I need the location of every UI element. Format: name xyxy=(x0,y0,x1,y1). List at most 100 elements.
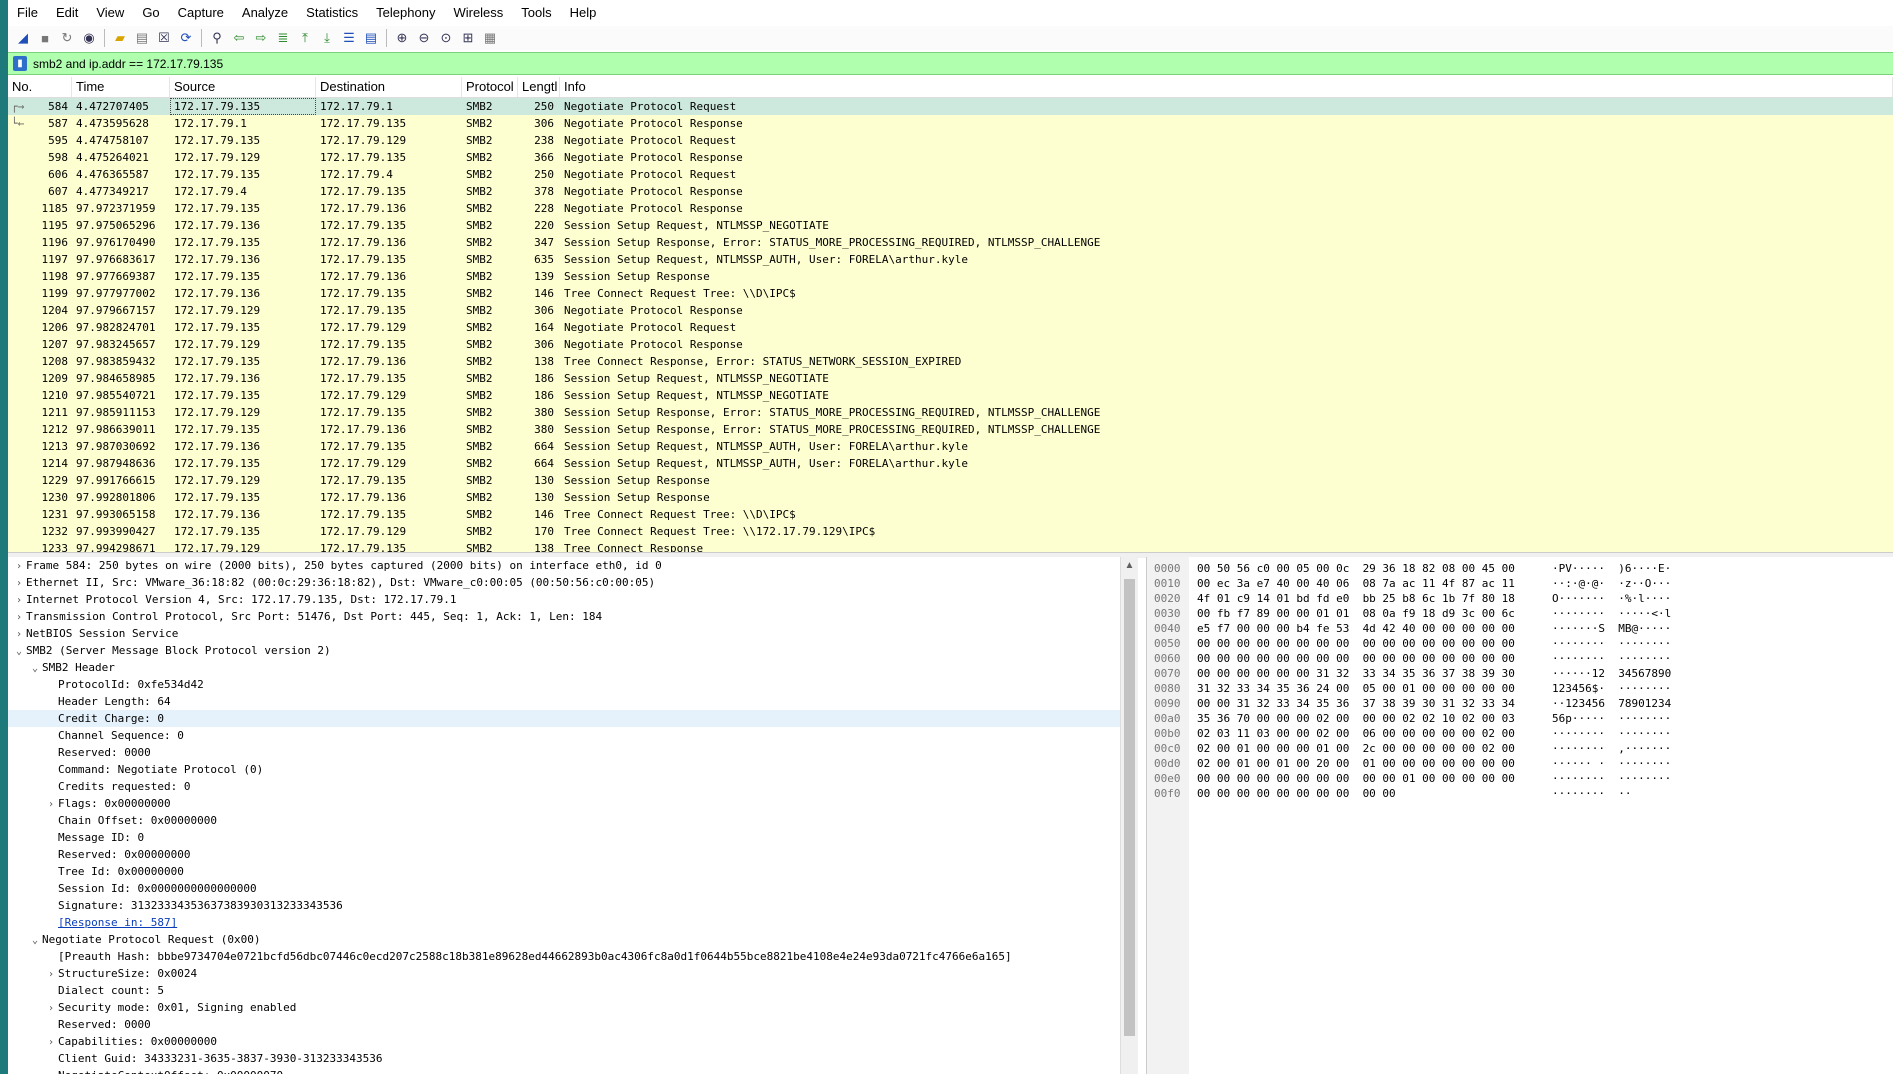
packet-row[interactable]: 1213 97.987030692 172.17.79.136 172.17.79.1… xyxy=(8,438,1893,455)
packet-row[interactable]: 1232 97.993990427 172.17.79.135 172.17.79.1… xyxy=(8,523,1893,540)
packet-row[interactable]: 1233 97.994298671 172.17.79.129 172.17.79.1… xyxy=(8,540,1893,552)
chevron-right-icon[interactable]: › xyxy=(44,966,58,983)
detail-tree-item[interactable]: Reserved: 0000 xyxy=(8,744,1128,761)
packet-row[interactable]: 1229 97.991766615 172.17.79.129 172.17.79.1… xyxy=(8,472,1893,489)
column-header-no[interactable]: No. xyxy=(8,77,72,97)
detail-tree-item[interactable]: Chain Offset: 0x00000000 xyxy=(8,812,1128,829)
menu-file[interactable]: File xyxy=(8,0,47,26)
packet-row[interactable]: 1211 97.985911153 172.17.79.129 172.17.79.1… xyxy=(8,404,1893,421)
packet-row[interactable]: 598 4.475264021 172.17.79.129 172.17.79.135… xyxy=(8,149,1893,166)
colorize-icon[interactable]: ▤ xyxy=(360,28,382,48)
bytes-hex[interactable]: 00 00 00 00 00 00 00 00 00 00 01 00 00 0… xyxy=(1197,771,1515,786)
bytes-offset[interactable]: 00c0 xyxy=(1154,741,1181,756)
chevron-right-icon[interactable]: › xyxy=(12,609,26,626)
find-icon[interactable]: ⚲ xyxy=(206,28,228,48)
packet-row[interactable]: 1210 97.985540721 172.17.79.135 172.17.79.1… xyxy=(8,387,1893,404)
detail-tree-item[interactable]: Reserved: 0x00000000 xyxy=(8,846,1128,863)
menu-wireless[interactable]: Wireless xyxy=(444,0,512,26)
bytes-offset[interactable]: 0090 xyxy=(1154,696,1181,711)
packet-bytes-pane[interactable]: 0000 00 50 56 c0 00 05 00 0c 29 36 18 82 … xyxy=(1146,557,1893,1074)
bytes-offset[interactable]: 0060 xyxy=(1154,651,1181,666)
zoom-out-icon[interactable]: ⊖ xyxy=(413,28,435,48)
save-icon[interactable]: ▤ xyxy=(131,28,153,48)
detail-tree-item[interactable]: Header Length: 64 xyxy=(8,693,1128,710)
chevron-right-icon[interactable]: › xyxy=(44,1034,58,1051)
packet-row[interactable]: └← 587 4.473595628 172.17.79.1 172.17.79.135… xyxy=(8,115,1893,132)
detail-tree-item[interactable]: Reserved: 0000 xyxy=(8,1016,1128,1033)
menu-analyze[interactable]: Analyze xyxy=(233,0,297,26)
detail-tree-item[interactable]: Dialect count: 5 xyxy=(8,982,1128,999)
bytes-hex[interactable]: 00 00 00 00 00 00 00 00 00 00 xyxy=(1197,786,1396,801)
chevron-down-icon[interactable]: ⌄ xyxy=(28,660,42,677)
bytes-hex[interactable]: 00 50 56 c0 00 05 00 0c 29 36 18 82 08 0… xyxy=(1197,561,1515,576)
scroll-up-icon[interactable]: ▲ xyxy=(1121,557,1138,575)
detail-tree-item[interactable]: Channel Sequence: 0 xyxy=(8,727,1128,744)
bytes-ascii[interactable]: ········ ········ xyxy=(1552,636,1671,651)
detail-tree-item[interactable]: NegotiateContextOffset: 0x00000070 xyxy=(8,1067,1128,1074)
go-forward-icon[interactable]: ⇨ xyxy=(250,28,272,48)
detail-tree-item[interactable]: Signature: 31323334353637383930313233343… xyxy=(8,897,1128,914)
bytes-ascii[interactable]: ········ ·····<·l xyxy=(1552,606,1671,621)
column-header-info[interactable]: Info xyxy=(560,77,1893,97)
bytes-offset[interactable]: 00d0 xyxy=(1154,756,1181,771)
bytes-hex[interactable]: 4f 01 c9 14 01 bd fd e0 bb 25 b8 6c 1b 7… xyxy=(1197,591,1515,606)
bytes-hex[interactable]: 00 00 31 32 33 34 35 36 37 38 39 30 31 3… xyxy=(1197,696,1515,711)
bytes-ascii[interactable]: ········ ,······· xyxy=(1552,741,1671,756)
shark-fin-start-icon[interactable]: ◢ xyxy=(12,28,34,48)
detail-tree-item[interactable]: › StructureSize: 0x0024 xyxy=(8,965,1128,982)
open-folder-icon[interactable]: ▰ xyxy=(109,28,131,48)
detail-tree-item[interactable]: Session Id: 0x0000000000000000 xyxy=(8,880,1128,897)
bytes-offset[interactable]: 00a0 xyxy=(1154,711,1181,726)
stop-icon[interactable]: ■ xyxy=(34,28,56,48)
packet-list[interactable]: No. Time Source Destination Protocol Len… xyxy=(8,77,1893,552)
reload-icon[interactable]: ⟳ xyxy=(175,28,197,48)
bytes-hex[interactable]: 00 00 00 00 00 00 00 00 00 00 00 00 00 0… xyxy=(1197,636,1515,651)
bytes-ascii[interactable]: ······ · ········ xyxy=(1552,756,1671,771)
packet-row[interactable]: 1198 97.977669387 172.17.79.135 172.17.79.1… xyxy=(8,268,1893,285)
chevron-right-icon[interactable]: › xyxy=(44,796,58,813)
column-header-source[interactable]: Source xyxy=(170,77,316,97)
first-packet-icon[interactable]: ⤒ xyxy=(294,28,316,48)
restart-icon[interactable]: ↻ xyxy=(56,28,78,48)
bytes-hex[interactable]: 00 ec 3a e7 40 00 40 06 08 7a ac 11 4f 8… xyxy=(1197,576,1515,591)
go-to-packet-icon[interactable]: ≣ xyxy=(272,28,294,48)
packet-row[interactable]: ┌→ 584 4.472707405 172.17.79.135 172.17.79.1… xyxy=(8,98,1893,115)
detail-tree-item[interactable]: Command: Negotiate Protocol (0) xyxy=(8,761,1128,778)
menu-statistics[interactable]: Statistics xyxy=(297,0,367,26)
packet-row[interactable]: 1185 97.972371959 172.17.79.135 172.17.79.1… xyxy=(8,200,1893,217)
bytes-offset[interactable]: 00f0 xyxy=(1154,786,1181,801)
detail-tree-item[interactable]: ⌄ Negotiate Protocol Request (0x00) xyxy=(8,931,1128,948)
zoom-in-icon[interactable]: ⊕ xyxy=(391,28,413,48)
detail-tree-item[interactable]: › Ethernet II, Src: VMware_36:18:82 (00:0… xyxy=(8,574,1128,591)
bytes-hex[interactable]: e5 f7 00 00 00 b4 fe 53 4d 42 40 00 00 0… xyxy=(1197,621,1515,636)
resize-columns-icon[interactable]: ⊞ xyxy=(457,28,479,48)
column-header-length[interactable]: Lengtl xyxy=(518,77,560,97)
bytes-offset[interactable]: 0080 xyxy=(1154,681,1181,696)
packet-details-tree[interactable]: › Frame 584: 250 bytes on wire (2000 bits… xyxy=(8,557,1128,1074)
column-header-protocol[interactable]: Protocol xyxy=(462,77,518,97)
packet-row[interactable]: 606 4.476365587 172.17.79.135 172.17.79.4 SM… xyxy=(8,166,1893,183)
chevron-down-icon[interactable]: ⌄ xyxy=(12,643,26,660)
chevron-right-icon[interactable]: › xyxy=(12,592,26,609)
bytes-offset[interactable]: 0040 xyxy=(1154,621,1181,636)
bytes-ascii[interactable]: ········ ·· xyxy=(1552,786,1631,801)
detail-tree-item[interactable]: › Security mode: 0x01, Signing enabled xyxy=(8,999,1128,1016)
detail-tree-item[interactable]: › Flags: 0x00000000 xyxy=(8,795,1128,812)
bytes-hex[interactable]: 02 00 01 00 00 00 01 00 2c 00 00 00 00 0… xyxy=(1197,741,1515,756)
last-packet-icon[interactable]: ⤓ xyxy=(316,28,338,48)
detail-tree-item[interactable]: Credits requested: 0 xyxy=(8,778,1128,795)
packet-row[interactable]: 607 4.477349217 172.17.79.4 172.17.79.135 SM… xyxy=(8,183,1893,200)
detail-tree-item[interactable]: [Preauth Hash: bbbe9734704e0721bcfd56dbc… xyxy=(8,948,1128,965)
chevron-right-icon[interactable]: › xyxy=(12,626,26,643)
packet-row[interactable]: 1196 97.976170490 172.17.79.135 172.17.79.1… xyxy=(8,234,1893,251)
detail-tree-item[interactable]: Client Guid: 34333231-3635-3837-3930-313… xyxy=(8,1050,1128,1067)
detail-tree-item[interactable]: › Capabilities: 0x00000000 xyxy=(8,1033,1128,1050)
layout-icon[interactable]: ▦ xyxy=(479,28,501,48)
bytes-offset[interactable]: 0010 xyxy=(1154,576,1181,591)
packet-row[interactable]: 1207 97.983245657 172.17.79.129 172.17.79.1… xyxy=(8,336,1893,353)
detail-tree-item[interactable]: ProtocolId: 0xfe534d42 xyxy=(8,676,1128,693)
detail-tree-item[interactable]: Message ID: 0 xyxy=(8,829,1128,846)
menu-view[interactable]: View xyxy=(87,0,133,26)
bytes-offset[interactable]: 0030 xyxy=(1154,606,1181,621)
close-file-icon[interactable]: ☒ xyxy=(153,28,175,48)
